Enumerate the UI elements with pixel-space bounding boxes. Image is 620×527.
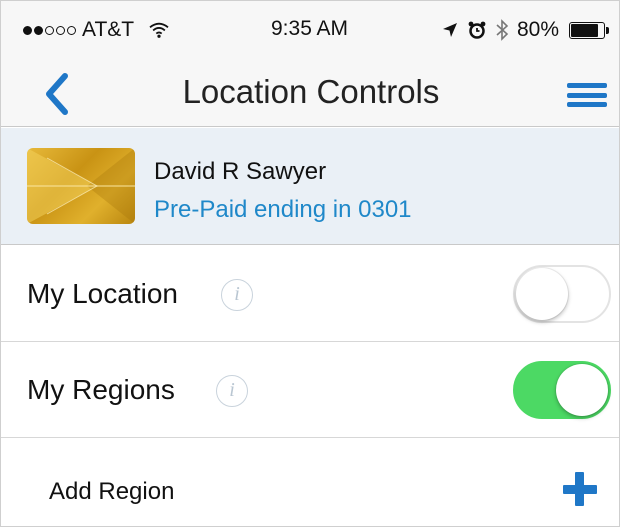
my-location-label: My Location bbox=[27, 278, 178, 309]
card-image bbox=[27, 148, 135, 224]
my-location-toggle[interactable] bbox=[513, 265, 611, 323]
info-icon[interactable]: i bbox=[216, 375, 248, 407]
add-region-label: Add Region bbox=[49, 478, 175, 505]
add-region-row[interactable]: Add Region bbox=[1, 438, 619, 526]
status-time: 9:35 AM bbox=[271, 17, 349, 40]
alarm-icon bbox=[468, 21, 486, 39]
hamburger-menu-icon bbox=[567, 83, 607, 88]
carrier-name: AT&T bbox=[82, 18, 135, 41]
info-icon[interactable]: i bbox=[221, 279, 253, 311]
account-holder-name: David R Sawyer bbox=[154, 158, 327, 185]
my-location-row: My Location i bbox=[1, 246, 619, 342]
toggle-knob bbox=[516, 268, 568, 320]
battery-percentage: 80% bbox=[517, 18, 560, 41]
my-regions-label: My Regions bbox=[27, 374, 175, 405]
card-description: Pre-Paid ending in 0301 bbox=[154, 196, 412, 223]
battery-level-fill bbox=[571, 23, 599, 37]
navigation-bar: Location Controls bbox=[1, 59, 619, 127]
battery-icon bbox=[569, 21, 610, 39]
my-regions-row: My Regions i bbox=[1, 342, 619, 438]
location-controls-screen: AT&T 9:35 AM 80% Location Controls David… bbox=[0, 0, 620, 527]
add-region-button[interactable] bbox=[561, 470, 601, 510]
hamburger-menu-button[interactable] bbox=[567, 77, 611, 113]
bluetooth-icon bbox=[496, 19, 509, 41]
signal-strength-icon bbox=[23, 25, 76, 35]
status-bar: AT&T 9:35 AM 80% bbox=[1, 1, 619, 59]
my-regions-toggle[interactable] bbox=[513, 361, 611, 419]
account-card-row[interactable]: David R Sawyer Pre-Paid ending in 0301 bbox=[1, 128, 619, 245]
location-arrow-icon bbox=[443, 23, 457, 37]
status-right: 80% bbox=[441, 17, 610, 43]
page-title: Location Controls bbox=[182, 73, 440, 110]
toggle-knob bbox=[556, 364, 608, 416]
status-left: AT&T bbox=[23, 17, 170, 43]
wifi-icon bbox=[149, 22, 169, 38]
